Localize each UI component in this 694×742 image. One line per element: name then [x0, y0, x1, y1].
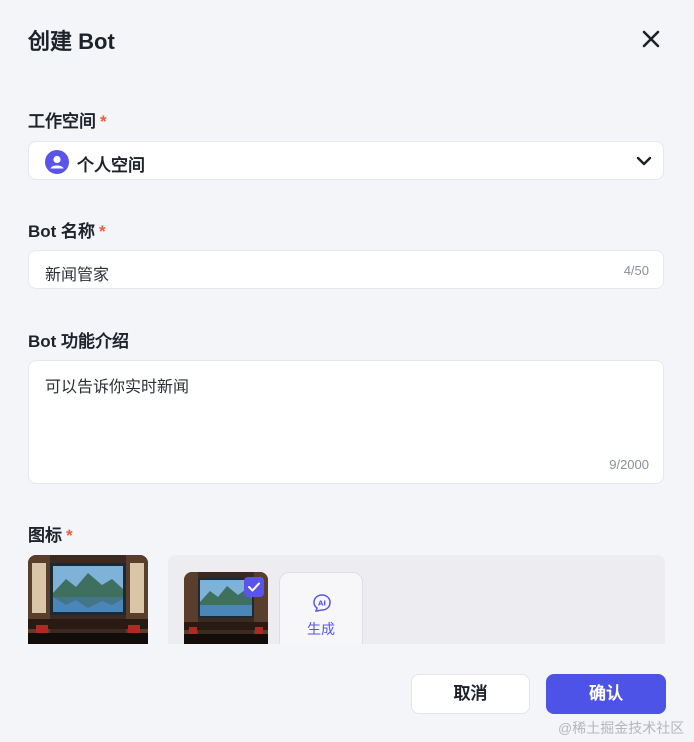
icon-label: 图标 * — [28, 521, 73, 546]
bot-name-label: Bot 名称 * — [28, 217, 106, 242]
bot-name-value: 新闻管家 — [45, 267, 110, 284]
ai-chat-icon: AI — [313, 594, 331, 612]
icon-label-text: 图标 — [28, 526, 62, 545]
generate-icon-button[interactable]: AI 生成 — [279, 572, 363, 644]
workspace-select[interactable]: 个人空间 — [28, 141, 664, 180]
workspace-label: 工作空间 * — [28, 107, 107, 132]
bot-name-label-text: Bot 名称 — [28, 222, 96, 241]
workspace-label-text: 工作空间 — [28, 112, 96, 131]
icon-gallery: AI 生成 — [168, 555, 665, 644]
svg-text:AI: AI — [318, 600, 326, 608]
bot-description-value: 可以告诉你实时新闻 — [45, 379, 190, 396]
close-icon[interactable] — [638, 26, 664, 52]
bot-name-counter: 4/50 — [623, 263, 649, 278]
bot-description-textarea[interactable]: 可以告诉你实时新闻 9/2000 — [28, 360, 664, 484]
bot-description-label: Bot 功能介绍 — [28, 332, 130, 351]
watermark: @稀土掘金技术社区 — [558, 720, 685, 736]
workspace-value: 个人空间 — [77, 156, 145, 175]
required-mark: * — [66, 526, 73, 545]
chevron-down-icon — [636, 156, 652, 166]
create-bot-dialog: 创建 Bot 工作空间 * 个人空间 Bot 名称 * 新闻管家 4/50 Bot … — [0, 0, 694, 742]
generate-label: 生成 — [307, 621, 335, 637]
bot-icon-preview — [28, 555, 148, 644]
user-avatar-icon — [45, 150, 69, 174]
confirm-button[interactable]: 确认 — [546, 674, 666, 714]
required-mark: * — [99, 222, 106, 241]
bot-name-input[interactable]: 新闻管家 4/50 — [28, 250, 664, 289]
required-mark: * — [100, 112, 107, 131]
dialog-title: 创建 Bot — [28, 29, 115, 54]
bot-description-counter: 9/2000 — [609, 457, 649, 472]
cancel-button[interactable]: 取消 — [411, 674, 530, 714]
selected-check-icon — [244, 577, 264, 597]
